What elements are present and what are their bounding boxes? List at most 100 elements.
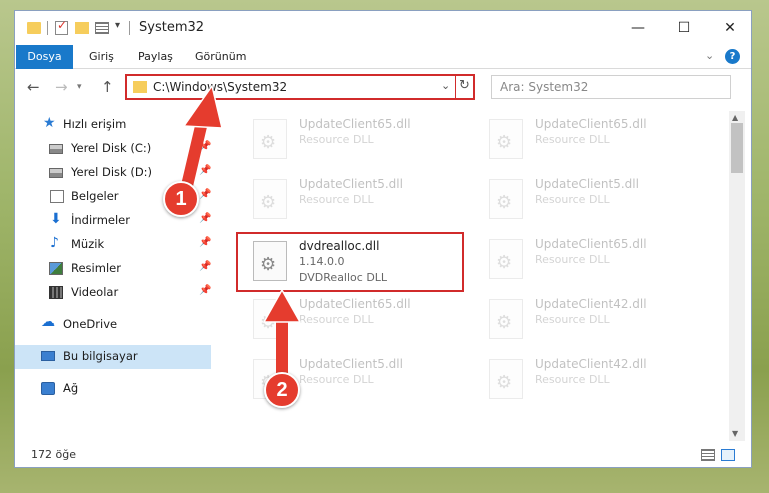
sidebar-item-network[interactable]: Ağ [15, 377, 211, 401]
file-name: UpdateClient5.dll [299, 357, 403, 371]
step-badge-2: 2 [264, 372, 300, 408]
dll-file-icon [489, 119, 523, 159]
pin-icon[interactable]: 📌 [199, 213, 211, 224]
recent-locations-dropdown[interactable]: ▾ [77, 82, 82, 92]
sidebar-item-label: Belgeler [71, 189, 119, 203]
new-folder-icon[interactable] [75, 22, 89, 34]
file-description: Resource DLL [535, 133, 610, 146]
folder-icon [133, 81, 147, 93]
file-description: Resource DLL [299, 193, 374, 206]
file-name: UpdateClient65.dll [535, 117, 647, 131]
dll-file-icon [489, 299, 523, 339]
sidebar-item-label: Yerel Disk (D:) [71, 165, 153, 179]
pictures-icon [49, 262, 63, 275]
dll-file-icon [253, 179, 287, 219]
step-badge-1: 1 [163, 181, 199, 217]
toolbar-divider [129, 21, 130, 35]
customize-toolbar-dropdown[interactable]: ▾ [115, 20, 120, 36]
up-arrow-icon[interactable]: ↑ [101, 78, 114, 96]
navigation-pane: ★ Hızlı erişim Yerel Disk (C:) 📌 Yerel D… [15, 111, 211, 441]
dll-file-icon [253, 119, 287, 159]
toolbar-divider [47, 21, 48, 35]
file-item[interactable]: UpdateClient65.dll Resource DLL [479, 231, 705, 283]
file-name: UpdateClient5.dll [535, 177, 639, 191]
cloud-icon: ☁ [41, 314, 55, 330]
scrollbar-thumb[interactable] [731, 123, 743, 173]
sidebar-item-music[interactable]: ♪ Müzik 📌 [15, 233, 211, 257]
address-bar[interactable]: C:\Windows\System32 ⌄ ↻ [125, 74, 475, 100]
vertical-scrollbar[interactable]: ▲ ▼ [729, 111, 745, 441]
minimize-button[interactable]: — [615, 11, 661, 45]
pin-icon[interactable]: 📌 [199, 237, 211, 248]
file-item[interactable]: UpdateClient5.dll Resource DLL [243, 171, 469, 223]
file-name: UpdateClient5.dll [299, 177, 403, 191]
highlight-box [236, 232, 464, 292]
sidebar-item-label: Videolar [71, 285, 119, 299]
sidebar-item-label: Müzik [71, 237, 105, 251]
sidebar-item-label: İndirmeler [71, 213, 130, 227]
sidebar-item-label: OneDrive [63, 317, 118, 331]
chevron-down-icon[interactable]: ⌄ [441, 79, 450, 92]
computer-icon [41, 351, 55, 361]
details-view-icon[interactable] [701, 449, 715, 461]
pin-icon[interactable]: 📌 [199, 141, 211, 152]
address-divider [455, 76, 456, 98]
file-item[interactable]: UpdateClient65.dll Resource DLL [479, 111, 705, 163]
scroll-up-icon[interactable]: ▲ [732, 113, 738, 122]
search-placeholder: Ara: System32 [500, 80, 589, 94]
sidebar-item-local-disk-c[interactable]: Yerel Disk (C:) 📌 [15, 137, 211, 161]
ribbon-tabs: Dosya Giriş Paylaş Görünüm ⌄ ? [15, 45, 751, 69]
forward-arrow-icon[interactable]: → [55, 78, 68, 96]
pin-icon[interactable]: 📌 [199, 189, 211, 200]
music-icon: ♪ [50, 235, 59, 251]
refresh-icon[interactable]: ↻ [459, 78, 470, 93]
file-description: Resource DLL [299, 313, 374, 326]
file-description: Resource DLL [535, 253, 610, 266]
file-description: Resource DLL [299, 133, 374, 146]
pin-icon[interactable]: 📌 [199, 261, 211, 272]
sidebar-item-this-pc[interactable]: Bu bilgisayar [15, 345, 211, 369]
tab-view[interactable]: Görünüm [187, 45, 254, 69]
file-item[interactable]: UpdateClient5.dll Resource DLL [479, 171, 705, 223]
sidebar-item-pictures[interactable]: Resimler 📌 [15, 257, 211, 281]
maximize-button[interactable]: ☐ [661, 11, 707, 45]
file-item[interactable]: UpdateClient65.dll Resource DLL [243, 111, 469, 163]
file-description: Resource DLL [535, 193, 610, 206]
star-icon: ★ [43, 115, 56, 131]
help-icon[interactable]: ? [725, 49, 740, 64]
sidebar-item-quick-access[interactable]: ★ Hızlı erişim [15, 113, 211, 137]
properties-icon[interactable] [55, 18, 68, 35]
file-item[interactable]: UpdateClient65.dll Resource DLL [243, 291, 469, 343]
item-count: 172 öğe [31, 448, 76, 461]
sidebar-item-label: Yerel Disk (C:) [71, 141, 152, 155]
file-description: Resource DLL [535, 313, 610, 326]
chevron-down-icon[interactable]: ⌄ [705, 49, 714, 62]
scroll-down-icon[interactable]: ▼ [732, 429, 738, 438]
sidebar-item-label: Ağ [63, 381, 79, 395]
tab-file[interactable]: Dosya [16, 45, 73, 69]
tiles-view-icon[interactable] [721, 449, 735, 461]
tab-home[interactable]: Giriş [81, 45, 122, 69]
address-path[interactable]: C:\Windows\System32 [153, 80, 287, 94]
dll-file-icon [253, 299, 287, 339]
views-icon[interactable] [95, 22, 109, 34]
file-item[interactable]: UpdateClient42.dll Resource DLL [479, 351, 705, 403]
file-name: UpdateClient42.dll [535, 357, 647, 371]
dll-file-icon [489, 239, 523, 279]
pin-icon[interactable]: 📌 [199, 285, 211, 296]
search-input[interactable]: Ara: System32 [491, 75, 731, 99]
sidebar-item-onedrive[interactable]: ☁ OneDrive [15, 313, 211, 337]
file-name: UpdateClient65.dll [299, 117, 411, 131]
file-item[interactable]: UpdateClient42.dll Resource DLL [479, 291, 705, 343]
back-arrow-icon[interactable]: ← [27, 78, 40, 96]
videos-icon [49, 286, 63, 299]
file-description: Resource DLL [299, 373, 374, 386]
download-icon: ⬇ [50, 211, 62, 227]
file-name: UpdateClient65.dll [299, 297, 411, 311]
window-title: System32 [139, 20, 205, 35]
close-button[interactable]: ✕ [707, 11, 751, 45]
sidebar-item-videos[interactable]: Videolar 📌 [15, 281, 211, 305]
document-icon [50, 190, 64, 203]
tab-share[interactable]: Paylaş [130, 45, 181, 69]
pin-icon[interactable]: 📌 [199, 165, 211, 176]
